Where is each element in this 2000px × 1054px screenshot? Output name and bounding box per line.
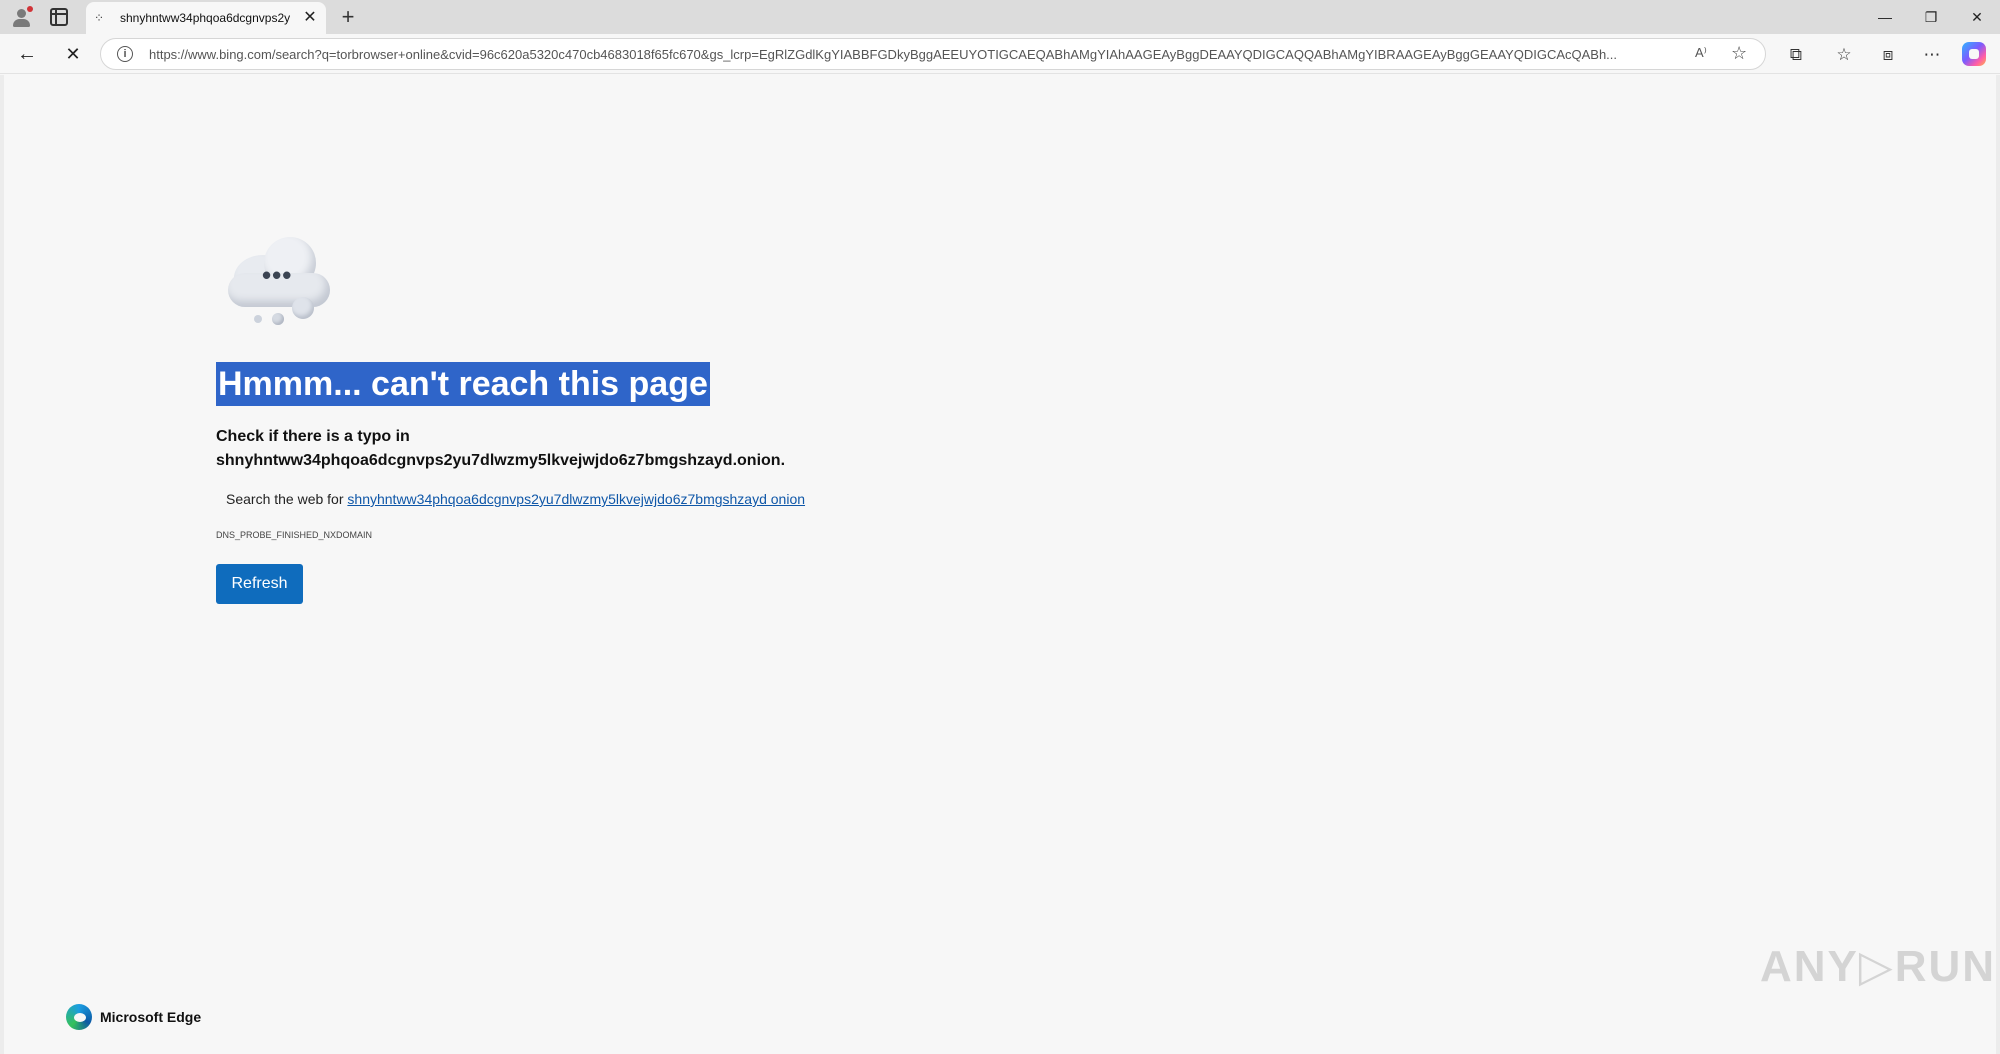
search-web-prefix: Search the web for [226, 491, 348, 507]
tab-strip: ⁘ shnyhntww34phqoa6dcgnvps2yu ✕ + — ❐ ✕ [0, 0, 2000, 34]
error-code: DNS_PROBE_FINISHED_NXDOMAIN [216, 530, 373, 540]
stop-loading-button[interactable]: ✕ [60, 42, 86, 66]
collections-icon[interactable]: ⧈ [1876, 44, 1900, 66]
navigation-toolbar: ← ✕ i https://www.bing.com/search?q=torb… [0, 34, 2000, 74]
copilot-icon[interactable] [1962, 42, 1986, 66]
address-bar[interactable]: i https://www.bing.com/search?q=torbrows… [100, 38, 1766, 70]
tab-title: shnyhntww34phqoa6dcgnvps2yu [120, 11, 290, 25]
typo-message: Check if there is a typo in [216, 428, 410, 445]
tab-close-icon[interactable]: ✕ [300, 8, 320, 28]
favorites-icon[interactable]: ☆ [1832, 44, 1856, 66]
edge-logo-icon [66, 1004, 92, 1030]
extensions-icon[interactable]: ⧉ [1784, 44, 1808, 66]
favorite-star-icon[interactable]: ☆ [1731, 43, 1747, 64]
site-info-icon[interactable]: i [117, 46, 133, 62]
read-aloud-icon[interactable]: A⁾ [1695, 45, 1707, 61]
close-window-button[interactable]: ✕ [1954, 0, 2000, 34]
edge-brand-text: Microsoft Edge [100, 1009, 202, 1025]
refresh-button[interactable]: Refresh [216, 564, 303, 604]
window-controls: — ❐ ✕ [1862, 0, 2000, 34]
typo-domain: shnyhntww34phqoa6dcgnvps2yu7dlwzmy5lkvej… [216, 452, 786, 469]
edge-branding: Microsoft Edge [66, 1004, 201, 1030]
minimize-button[interactable]: — [1862, 0, 1908, 34]
error-page: ••• Hmmm... can't reach this page Check … [0, 75, 2000, 1054]
back-button[interactable]: ← [14, 42, 40, 66]
search-web-line: Search the web for shnyhntww34phqoa6dcgn… [226, 491, 805, 507]
address-url[interactable]: https://www.bing.com/search?q=torbrowser… [149, 47, 1675, 62]
loading-icon: ⁘ [94, 11, 105, 25]
profile-icon[interactable] [10, 6, 33, 28]
error-heading: Hmmm... can't reach this page [216, 362, 710, 406]
tab-active[interactable]: ⁘ shnyhntww34phqoa6dcgnvps2yu ✕ [86, 2, 326, 34]
new-tab-button[interactable]: + [336, 5, 360, 29]
search-web-link[interactable]: shnyhntww34phqoa6dcgnvps2yu7dlwzmy5lkvej… [347, 491, 805, 507]
tab-actions-icon[interactable] [50, 8, 68, 26]
anyrun-watermark: ANY▷RUN [1760, 942, 1997, 991]
more-menu-icon[interactable]: ⋯ [1920, 44, 1944, 66]
restore-button[interactable]: ❐ [1908, 0, 1954, 34]
cloud-error-icon: ••• [226, 233, 336, 325]
